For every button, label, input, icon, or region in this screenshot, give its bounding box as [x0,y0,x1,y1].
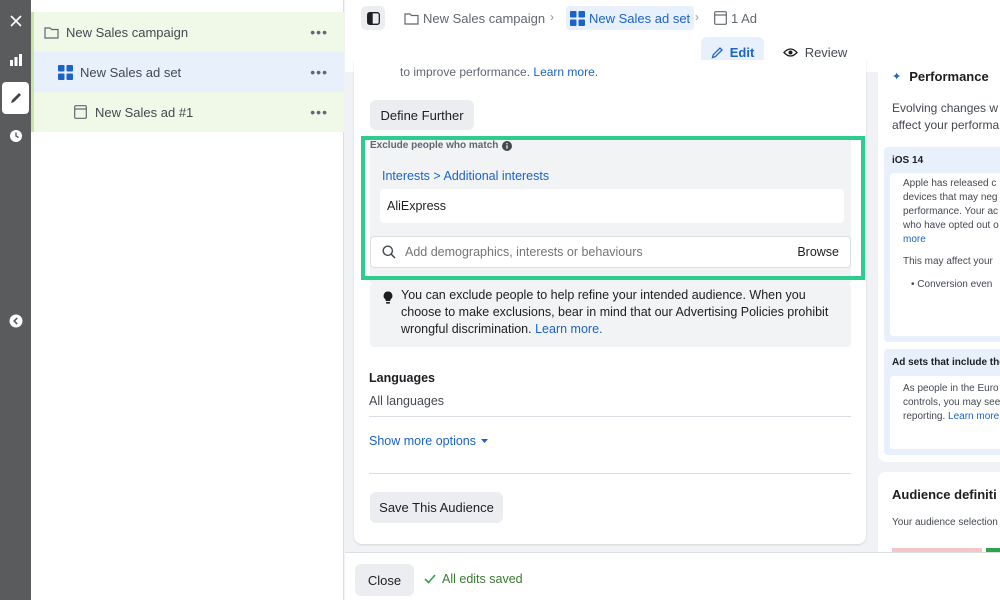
folder-icon [404,12,419,25]
divider [369,473,851,474]
adsets-notice-body: As people in the Euro controls, you may … [890,376,1000,449]
pencil-icon[interactable] [2,82,29,114]
clock-icon[interactable] [0,120,31,152]
tree-item-campaign[interactable]: New Sales campaign ••• [31,12,344,52]
grid-icon [570,10,585,26]
exclusion-tip: You can exclude people to help refine yo… [370,285,851,347]
ad-page-icon [72,104,88,120]
learn-more-link[interactable]: Learn more [948,411,999,422]
tree-item-campaign-label: New Sales campaign [66,24,189,40]
adsets-notice: Ad sets that include the As people in th… [884,349,1000,455]
chevron-right-icon: › [550,10,554,24]
breadcrumb-campaign[interactable]: New Sales campaign [404,6,545,30]
close-icon[interactable] [0,5,31,37]
tree-item-adset[interactable]: New Sales ad set ••• [31,52,344,92]
campaign-tree: New Sales campaign ••• New Sales ad set … [31,0,344,600]
ios14-notice: iOS 14 Apple has released c devices that… [884,147,1000,342]
breadcrumb-campaign-label: New Sales campaign [423,10,546,26]
folder-icon [43,24,59,40]
pencil-icon [711,46,723,58]
tree-item-ad-label: New Sales ad #1 [95,104,194,120]
show-more-options-link[interactable]: Show more options [369,434,489,448]
divider [369,416,851,417]
save-status: All edits saved [424,572,523,586]
save-audience-button[interactable]: Save This Audience [370,492,503,523]
chart-icon[interactable] [0,44,31,76]
more-options-icon[interactable]: ••• [310,104,328,120]
breadcrumb-ad-label: 1 Ad [731,10,758,26]
more-options-icon[interactable]: ••• [310,24,328,40]
highlight-box [361,136,865,280]
audience-definition-title: Audience definiti [892,487,997,502]
languages-value[interactable]: All languages [369,394,444,408]
toggle-sidebar-icon[interactable] [361,6,385,30]
review-mode-label: Review [804,44,848,60]
chevron-right-icon: › [695,10,699,24]
footer-bar: Close All edits saved [345,552,1000,600]
checkmark-icon [424,574,436,584]
ios14-body: Apple has released c devices that may ne… [890,173,1000,336]
tree-item-adset-label: New Sales ad set [80,64,182,80]
learn-more-link[interactable]: Learn more. [535,322,602,336]
more-options-icon[interactable]: ••• [310,64,328,80]
edit-mode-label: Edit [729,44,755,60]
audience-card: to improve performance. Learn more. Defi… [354,60,866,544]
breadcrumb-ad[interactable]: 1 Ad [714,6,757,30]
learn-more-link[interactable]: Learn more. [533,66,598,78]
breadcrumb-adset[interactable]: New Sales ad set [566,6,695,30]
ad-page-icon [714,11,727,25]
performance-panel: ✦ Performance Evolving changes w affect … [878,60,1000,462]
adsets-notice-title: Ad sets that include the [892,357,1000,368]
collapse-panel-icon[interactable] [0,305,31,337]
languages-label: Languages [369,371,435,385]
lightbulb-icon [383,291,393,305]
breadcrumb-adset-label: New Sales ad set [589,10,691,26]
eye-icon [782,47,798,57]
top-partial-text: to improve performance. Learn more. [400,66,599,78]
caret-down-icon [481,439,489,443]
define-further-button[interactable]: Define Further [370,100,474,130]
performance-header: ✦ Performance [892,69,989,84]
ios14-title: iOS 14 [892,155,924,166]
tree-item-ad[interactable]: New Sales ad #1 ••• [31,92,344,132]
grid-icon [57,64,73,80]
audience-definition-text: Your audience selection [892,517,998,528]
left-rail [0,0,31,600]
close-button[interactable]: Close [355,564,414,596]
audience-definition-panel: Audience definiti Your audience selectio… [878,472,1000,552]
exclusion-tip-text: You can exclude people to help refine yo… [401,288,829,336]
sparkle-icon: ✦ [892,71,902,83]
evolving-changes-text: Evolving changes w affect your performa [892,101,1000,132]
more-link[interactable]: more [903,233,1000,247]
